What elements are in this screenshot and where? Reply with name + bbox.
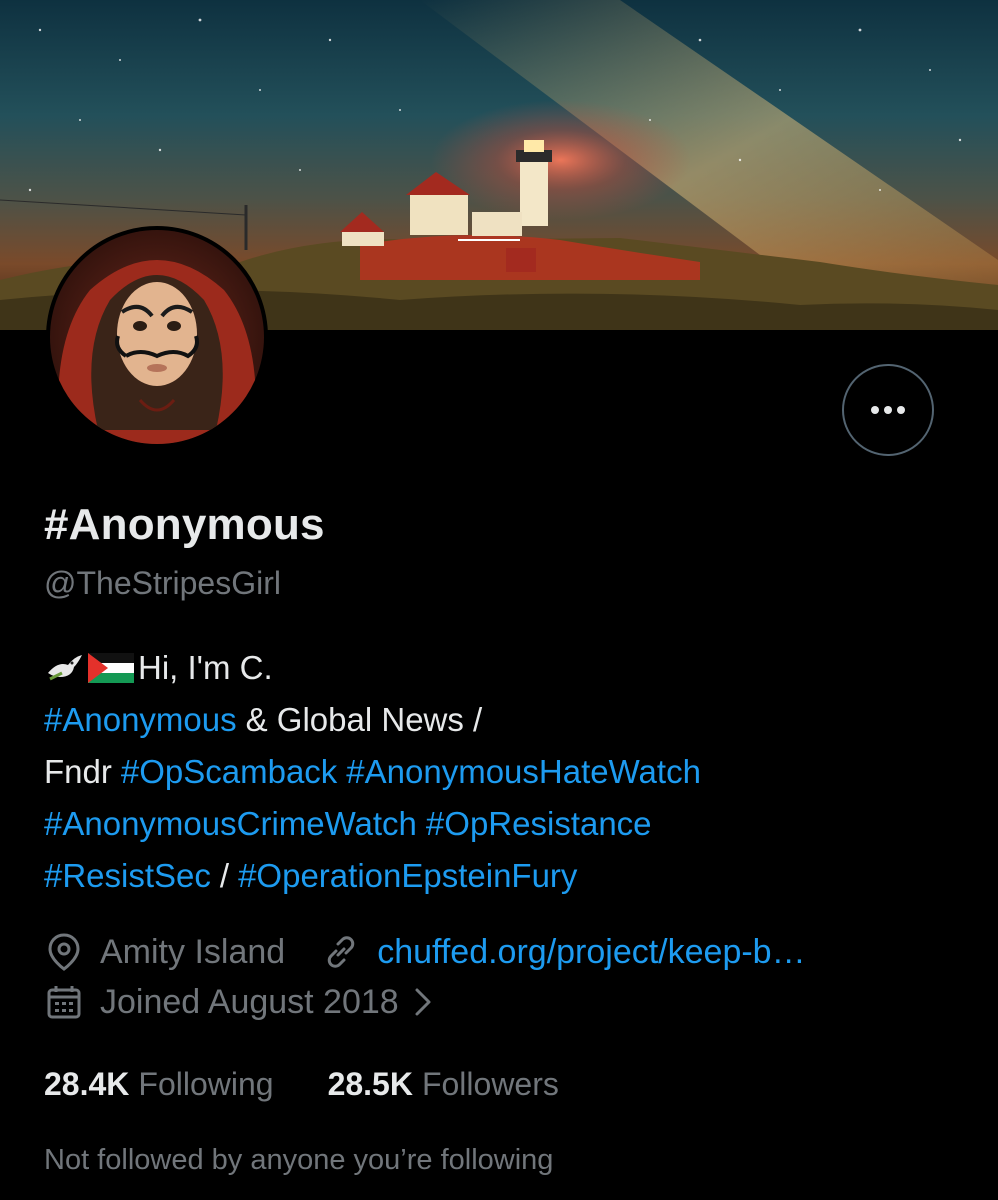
following-stat[interactable]: 28.4K Following [44,1066,274,1103]
bio-line: #AnonymousCrimeWatch #OpResistance [44,798,944,850]
hashtag-link[interactable]: #OpScamback [121,746,337,798]
follow-stats: 28.4K Following 28.5K Followers [44,1066,613,1103]
following-label: Following [138,1066,274,1102]
profile-avatar[interactable] [46,226,268,448]
bio-separator: / [219,857,230,894]
bio-line: #ResistSec / #OperationEpsteinFury [44,850,944,902]
profile-bio: Hi, I'm C. #Anonymous & Global News / Fn… [44,642,944,902]
profile-website-link[interactable]: chuffed.org/project/keep-b… [377,933,805,972]
chevron-right-icon[interactable] [413,987,433,1017]
avatar-image [50,230,264,444]
hashtag-link[interactable]: #ResistSec [44,850,211,902]
more-horizontal-icon [871,406,905,414]
bio-line: Hi, I'm C. [44,642,944,694]
bio-text: & Global News / [245,701,483,738]
hashtag-link[interactable]: #AnonymousCrimeWatch [44,798,417,850]
followers-stat[interactable]: 28.5K Followers [328,1066,559,1103]
hashtag-link[interactable]: #AnonymousHateWatch [346,746,701,798]
bio-text: Fndr [44,753,112,790]
display-name: #Anonymous [44,500,325,549]
profile-location: Amity Island [100,932,286,971]
following-count: 28.4K [44,1066,130,1102]
followers-label: Followers [421,1066,559,1102]
hashtag-link[interactable]: #Anonymous [44,694,237,746]
location-pin-icon [44,932,84,972]
bio-line: Fndr #OpScamback #AnonymousHateWatch [44,746,944,798]
user-handle: @TheStripesGirl [44,565,281,601]
palestine-flag-emoji [88,653,134,683]
profile-meta-row: Joined August 2018 [44,982,433,1022]
calendar-icon [44,982,84,1022]
bio-emojis [44,651,134,685]
hashtag-link[interactable]: #OpResistance [426,798,652,850]
profile-joined-date: Joined August 2018 [100,982,399,1021]
bio-line: #Anonymous & Global News / [44,694,944,746]
profile-meta-row: Amity Island chuffed.org/project/keep-b… [44,932,806,972]
dove-emoji [48,655,82,681]
link-icon [321,932,361,972]
followed-by-text: Not followed by anyone you’re following [44,1144,554,1176]
more-options-button[interactable] [842,364,934,456]
hashtag-link[interactable]: #OperationEpsteinFury [238,850,577,902]
followers-count: 28.5K [327,1066,413,1102]
bio-greeting: Hi, I'm C. [138,649,273,686]
